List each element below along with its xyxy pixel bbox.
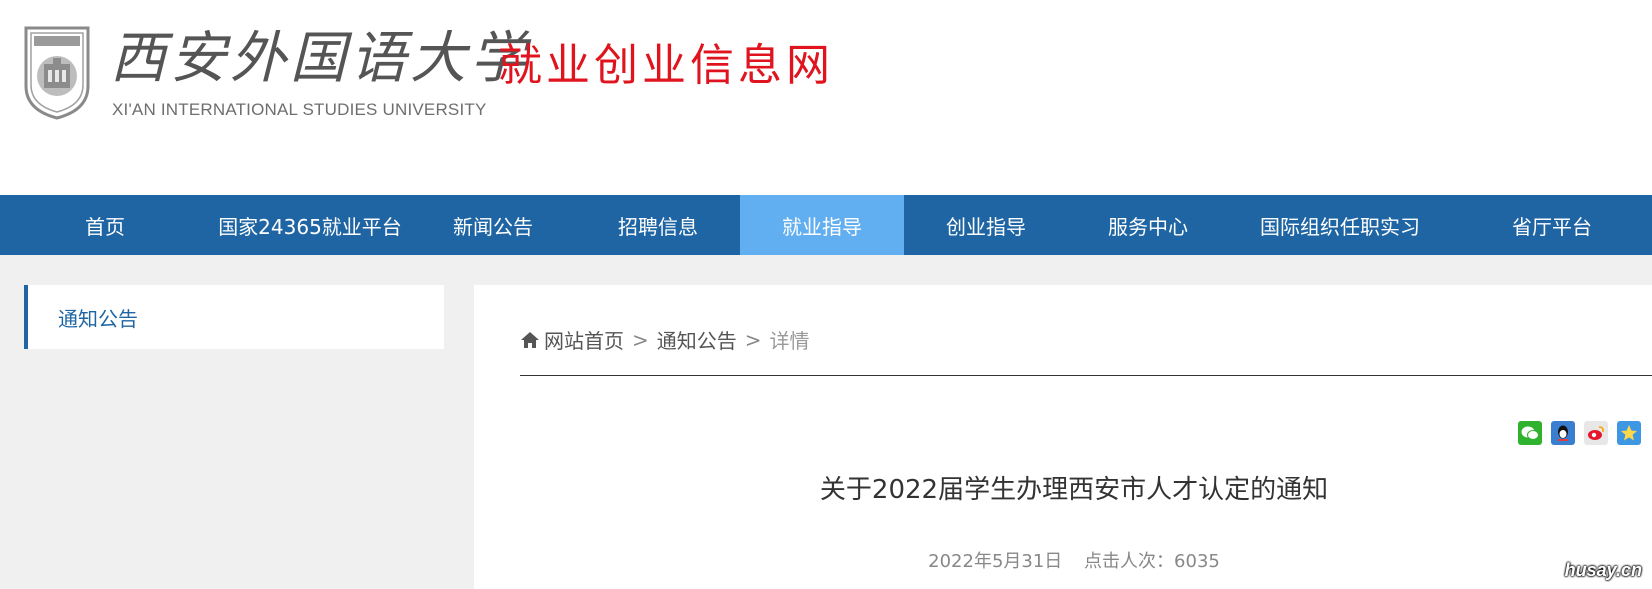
- article-views: 点击人次：6035: [1084, 551, 1220, 572]
- nav-item-service-center[interactable]: 服务中心: [1068, 195, 1228, 255]
- breadcrumb-section-link[interactable]: 通知公告: [657, 325, 737, 354]
- nav-item-recruitment[interactable]: 招聘信息: [576, 195, 740, 255]
- nav-item-24365-platform[interactable]: 国家24365就业平台: [210, 195, 410, 255]
- main-nav: 首页 国家24365就业平台 新闻公告 招聘信息 就业指导 创业指导 服务中心 …: [0, 195, 1652, 255]
- sidebar-item-notices[interactable]: 通知公告: [24, 285, 444, 349]
- site-name: 就业创业信息网: [498, 40, 834, 91]
- article-meta: 2022年5月31日 点击人次：6035: [474, 547, 1652, 573]
- wechat-icon[interactable]: [1518, 421, 1542, 445]
- nav-item-intl-internship[interactable]: 国际组织任职实习: [1228, 195, 1452, 255]
- qzone-icon[interactable]: [1617, 421, 1641, 445]
- logo-chinese-name: 西安外国语大学: [110, 26, 530, 91]
- share-bar: [1518, 421, 1650, 445]
- article-panel: 网站首页 > 通知公告 > 详情 关于2022届学生办理西安市人才认定的通知 2…: [474, 285, 1652, 589]
- breadcrumb-separator: >: [744, 327, 762, 352]
- nav-item-provincial-platform[interactable]: 省厅平台: [1452, 195, 1652, 255]
- article-title: 关于2022届学生办理西安市人才认定的通知: [819, 475, 1329, 505]
- breadcrumb-divider: [520, 375, 1652, 376]
- breadcrumb: 网站首页 > 通知公告 > 详情: [520, 325, 810, 354]
- weibo-icon[interactable]: [1584, 421, 1608, 445]
- university-emblem-icon[interactable]: [22, 24, 92, 120]
- nav-item-entrepreneurship[interactable]: 创业指导: [904, 195, 1068, 255]
- home-icon: [521, 331, 539, 348]
- breadcrumb-current: 详情: [769, 329, 810, 353]
- qq-icon[interactable]: [1551, 421, 1575, 445]
- nav-item-news[interactable]: 新闻公告: [410, 195, 576, 255]
- site-header: 西安外国语大学 XI'AN INTERNATIONAL STUDIES UNIV…: [0, 0, 1652, 195]
- logo-english-name: XI'AN INTERNATIONAL STUDIES UNIVERSITY: [112, 100, 487, 119]
- breadcrumb-home-link[interactable]: 网站首页: [544, 325, 624, 354]
- watermark-text: husay.cn: [1564, 560, 1642, 580]
- breadcrumb-separator: >: [632, 327, 649, 352]
- nav-item-career-guidance[interactable]: 就业指导: [740, 195, 904, 255]
- nav-item-home[interactable]: 首页: [0, 195, 210, 255]
- sidebar-item-label: 通知公告: [58, 306, 138, 331]
- article-date: 2022年5月31日: [928, 551, 1063, 572]
